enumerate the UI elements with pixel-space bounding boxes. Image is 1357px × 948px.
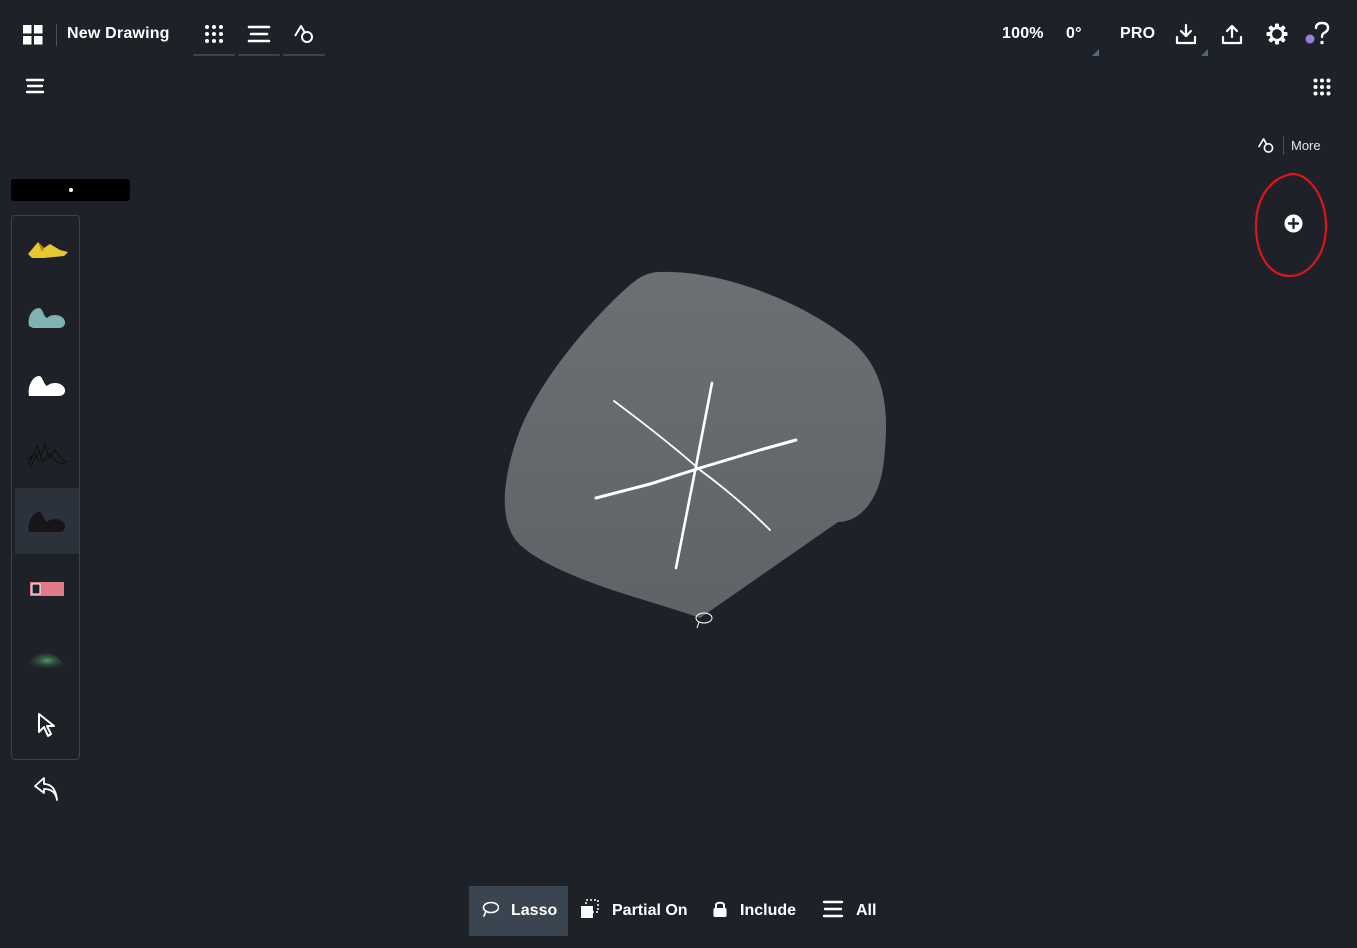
more-button[interactable]: More [1291,138,1321,153]
lasso-label: Lasso [511,902,558,919]
brush-menu-icon[interactable] [24,76,46,96]
dots-grid-icon [204,24,224,49]
more-divider [1283,136,1284,155]
pro-badge[interactable]: PRO [1120,25,1155,43]
lock-icon [712,900,728,923]
layers-icon [247,24,271,49]
settings-gear-icon[interactable] [1265,22,1289,46]
rotation-corner-marker [1092,49,1099,56]
lasso-mode-button[interactable]: Lasso [469,886,568,936]
all-layers-button[interactable]: All [810,886,888,936]
gallery-grid-icon[interactable] [22,24,44,46]
shapes-icon [293,24,315,49]
brush-marker[interactable] [15,216,79,282]
partial-selection-icon [580,898,600,924]
shapes-small-icon[interactable] [1256,136,1276,154]
brush-pen[interactable] [15,488,79,554]
dots-grid-button[interactable] [193,18,235,56]
layers-button[interactable] [238,18,280,56]
share-upload-icon[interactable] [1220,22,1244,46]
help-icon[interactable] [1304,21,1332,47]
include-toggle-button[interactable]: Include [700,886,808,936]
download-icon[interactable] [1174,22,1198,46]
pen-brush-icon [28,512,66,532]
rotation-value[interactable]: 0° [1066,25,1082,43]
all-label: All [856,902,877,919]
marker-brush-icon [28,242,68,258]
pointer-arrow-icon [38,713,55,737]
all-layers-icon [822,899,844,924]
brush-airbrush[interactable] [15,624,79,690]
title-divider [56,24,57,46]
partial-label: Partial On [612,902,688,919]
partial-toggle-button[interactable]: Partial On [568,886,700,936]
watercolor-brush-icon [28,308,66,328]
lasso-icon [481,901,500,922]
airbrush-icon [26,649,68,668]
shapes-button[interactable] [283,18,325,56]
brush-watercolor[interactable] [15,284,79,350]
right-panel-grid-icon[interactable] [1311,76,1333,98]
download-corner-marker [1201,49,1208,56]
brush-ink[interactable] [15,352,79,418]
undo-icon[interactable] [31,773,61,803]
brush-size-indicator[interactable] [11,179,130,201]
lasso-selection-shape [504,271,887,618]
canvas-drawing[interactable] [490,260,900,640]
zoom-level[interactable]: 100% [1002,25,1044,43]
add-layer-plus-icon[interactable] [1283,213,1303,233]
include-label: Include [740,902,797,919]
ink-brush-icon [28,376,66,396]
brush-charcoal[interactable] [15,420,79,486]
brush-palette [11,215,80,760]
brush-size-dot [69,188,73,192]
charcoal-brush-icon [26,441,68,467]
eraser-icon [30,582,64,596]
document-title[interactable]: New Drawing [67,25,170,43]
brush-eraser[interactable] [15,556,79,622]
selection-tool[interactable] [15,692,79,758]
